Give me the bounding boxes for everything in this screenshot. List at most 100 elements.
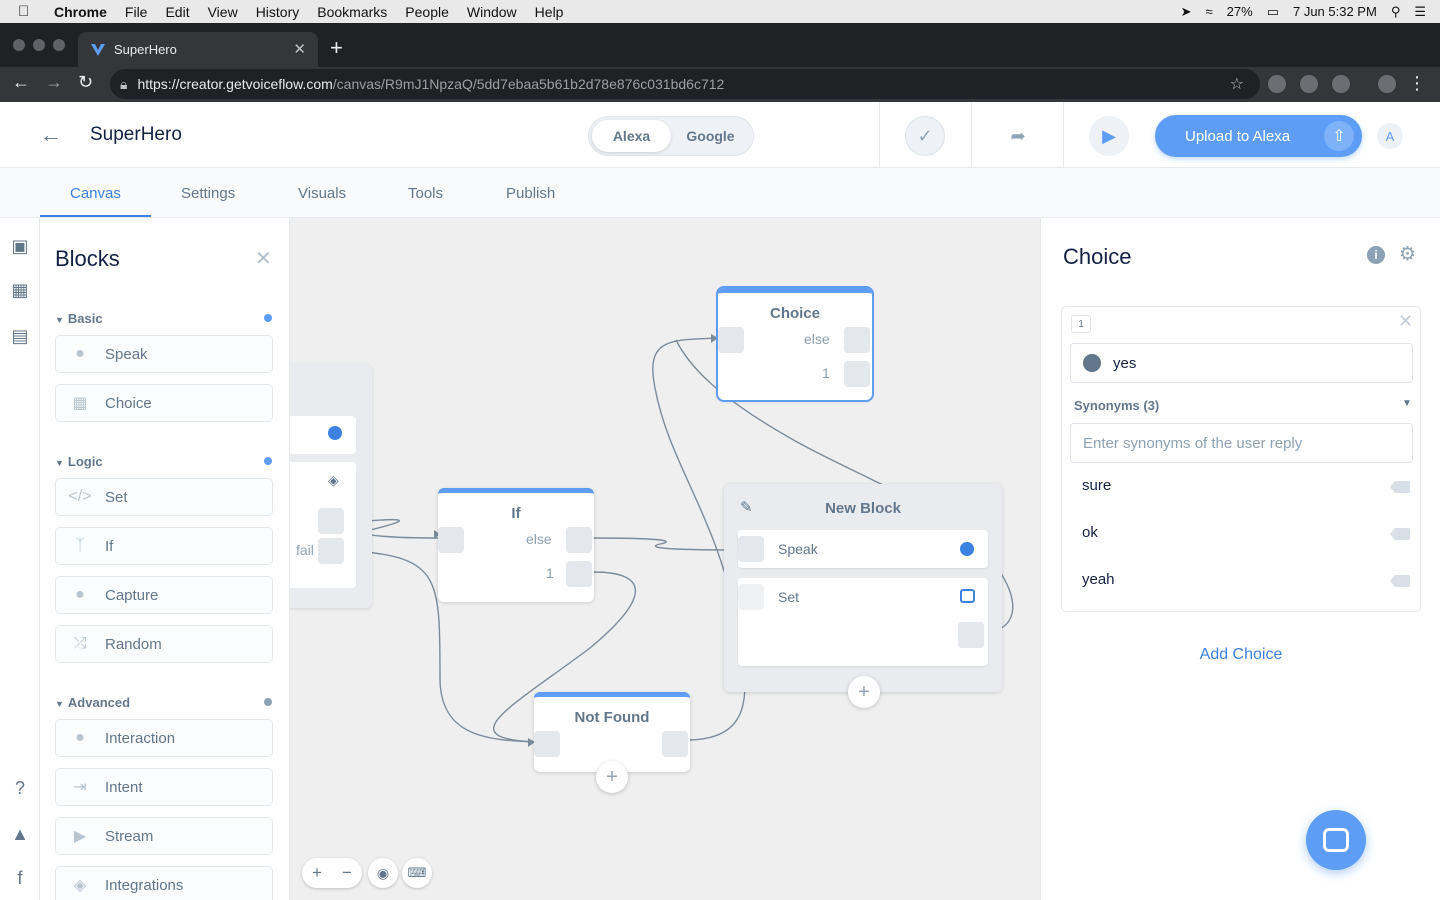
battery-icon[interactable]: ▭ <box>1267 4 1279 20</box>
new-tab-icon[interactable]: + <box>330 35 343 61</box>
spotlight-icon[interactable]: ⚲ <box>1391 4 1401 20</box>
section-basic[interactable]: ▼ Basic <box>55 311 103 326</box>
tab-settings[interactable]: Settings <box>181 185 235 202</box>
tab-publish[interactable]: Publish <box>506 185 555 202</box>
close-icon[interactable]: ✕ <box>255 246 272 271</box>
output-port-1[interactable] <box>566 561 592 587</box>
graduation-cap-icon[interactable]: ▲ <box>10 824 30 844</box>
menu-app-name[interactable]: Chrome <box>54 4 107 20</box>
block-intent[interactable]: ⇥ Intent <box>55 768 273 806</box>
platform-alexa[interactable]: Alexa <box>592 120 671 152</box>
tab-canvas[interactable]: Canvas <box>70 185 121 202</box>
bookmark-star-icon[interactable]: ☆ <box>1230 74 1244 94</box>
port[interactable] <box>318 538 344 564</box>
window-close-button[interactable] <box>13 39 25 51</box>
close-icon[interactable]: ✕ <box>1398 311 1413 332</box>
section-advanced[interactable]: ▼ Advanced <box>55 695 130 710</box>
block-stream[interactable]: ▶ Stream <box>55 817 273 855</box>
partial-step-speak[interactable] <box>290 416 356 454</box>
block-speak[interactable]: ● Speak <box>55 335 273 373</box>
menu-history[interactable]: History <box>256 4 300 20</box>
check-button[interactable]: ✓ <box>905 116 945 156</box>
info-icon[interactable]: i <box>1367 246 1385 264</box>
input-port[interactable] <box>738 536 764 562</box>
port[interactable] <box>318 508 344 534</box>
add-choice-link[interactable]: Add Choice <box>1041 646 1440 664</box>
menu-window[interactable]: Window <box>467 4 517 20</box>
locate-button[interactable]: ◉ <box>368 858 398 888</box>
block-if[interactable]: ᛉ If <box>55 527 273 565</box>
block-choice[interactable]: ▦ Choice <box>55 384 273 422</box>
window-zoom-button[interactable] <box>53 39 65 51</box>
input-port[interactable] <box>438 527 464 553</box>
step-set[interactable]: Set <box>738 578 988 666</box>
block-interaction[interactable]: ● Interaction <box>55 719 273 757</box>
caret-down-icon[interactable]: ▼ <box>1402 398 1412 409</box>
platform-google[interactable]: Google <box>671 120 750 152</box>
flow-canvas[interactable]: ◈ fail Choice else 1 If else 1 ✎ New Blo… <box>290 218 1040 900</box>
menu-view[interactable]: View <box>208 4 238 20</box>
menu-file[interactable]: File <box>125 4 148 20</box>
block-set[interactable]: </> Set <box>55 478 273 516</box>
upload-to-alexa-button[interactable]: Upload to Alexa ⇧ <box>1155 115 1362 157</box>
block-capture[interactable]: ● Capture <box>55 576 273 614</box>
apple-menu-icon[interactable]:  <box>18 3 40 20</box>
menu-people[interactable]: People <box>405 4 449 20</box>
location-icon[interactable]: ➤ <box>1181 4 1192 20</box>
partial-step-capture[interactable]: ◈ fail <box>290 462 356 588</box>
menu-list-icon[interactable]: ☰ <box>1414 4 1426 20</box>
partial-block[interactable]: ◈ fail <box>290 364 372 608</box>
test-play-button[interactable]: ▶ <box>1089 116 1129 156</box>
delete-synonym-icon[interactable] <box>1390 575 1410 587</box>
back-icon[interactable]: ← <box>12 72 30 93</box>
output-port-else[interactable] <box>566 527 592 553</box>
extension-icon[interactable] <box>1332 75 1350 93</box>
forward-icon[interactable]: → <box>45 72 63 93</box>
chat-support-button[interactable] <box>1306 810 1366 870</box>
zoom-out-icon[interactable]: − <box>342 863 352 883</box>
synonym-item[interactable]: sure <box>1082 477 1111 494</box>
browser-tab[interactable]: SuperHero ✕ <box>78 32 318 67</box>
output-port-else[interactable] <box>844 327 870 353</box>
menu-bookmarks[interactable]: Bookmarks <box>317 4 387 20</box>
menu-help[interactable]: Help <box>535 4 564 20</box>
if-node[interactable]: If else 1 <box>438 488 594 602</box>
input-port[interactable] <box>718 327 744 353</box>
user-avatar[interactable]: A <box>1377 123 1403 149</box>
input-port[interactable] <box>534 731 560 757</box>
extension-icon[interactable] <box>1300 75 1318 93</box>
tab-close-icon[interactable]: ✕ <box>293 40 306 58</box>
output-port-1[interactable] <box>844 361 870 387</box>
synonym-input[interactable]: Enter synonyms of the user reply <box>1070 423 1413 463</box>
gear-icon[interactable]: ⚙ <box>1399 243 1416 266</box>
block-random[interactable]: ⤮ Random <box>55 625 273 663</box>
chrome-menu-icon[interactable]: ⋮ <box>1408 73 1426 94</box>
choice-node[interactable]: Choice else 1 <box>716 286 874 402</box>
shortcuts-button[interactable]: ⌨ <box>402 858 432 888</box>
facebook-icon[interactable]: f <box>10 868 30 888</box>
add-step-button[interactable]: + <box>848 676 880 708</box>
profile-icon[interactable] <box>1378 75 1396 93</box>
clock[interactable]: 7 Jun 5:32 PM <box>1293 4 1377 19</box>
delete-synonym-icon[interactable] <box>1390 481 1410 493</box>
add-step-button[interactable]: + <box>596 761 628 793</box>
output-port[interactable] <box>662 731 688 757</box>
back-arrow-icon[interactable]: ← <box>40 122 62 148</box>
not-found-node[interactable]: Not Found + <box>534 692 690 793</box>
library-icon[interactable]: ▦ <box>10 280 30 300</box>
monitor-icon[interactable]: ▣ <box>10 236 30 256</box>
output-port[interactable] <box>958 622 984 648</box>
block-integrations[interactable]: ◈ Integrations <box>55 866 273 900</box>
lock-icon[interactable]: 🔒︎ <box>120 76 127 93</box>
share-button[interactable]: ➦ <box>998 116 1038 156</box>
address-bar[interactable]: 🔒︎ https://creator.getvoiceflow.com/canv… <box>110 69 1260 99</box>
tab-visuals[interactable]: Visuals <box>298 185 346 202</box>
new-block-node[interactable]: ✎ New Block Speak Set + <box>724 484 1002 708</box>
input-port[interactable] <box>738 584 764 610</box>
reload-icon[interactable]: ↻ <box>78 72 93 93</box>
extension-icon[interactable] <box>1268 75 1286 93</box>
synonym-item[interactable]: ok <box>1082 524 1098 541</box>
tab-tools[interactable]: Tools <box>408 185 443 202</box>
step-speak[interactable]: Speak <box>738 530 988 568</box>
help-icon[interactable]: ? <box>10 778 30 798</box>
